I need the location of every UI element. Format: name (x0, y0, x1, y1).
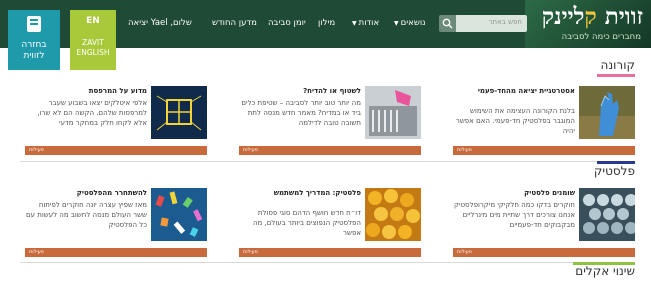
article-image (151, 86, 207, 139)
article-tag-bar: פעילות (453, 146, 635, 155)
article-card[interactable]: לשטוף או להדיח? מה יותר טוב יותר לסביבה … (239, 86, 421, 156)
english-site-button[interactable]: EN ZAVIT ENGLISH (70, 10, 116, 70)
article-tag-bar: פעילות (25, 146, 207, 155)
back-to-zavit-button[interactable]: בחזרה לזווית (8, 10, 60, 70)
article-title[interactable]: פלסטיק: המדריך למשתמש (239, 188, 361, 198)
section-title-corona[interactable]: קורונה (601, 58, 635, 72)
logo-subtitle: מחברים כימה לסביבה (561, 32, 641, 42)
article-tag-bar: פעילות (25, 248, 207, 257)
section-title-climate[interactable]: שינוי אקלים (575, 264, 635, 278)
article-tag-bar: פעילות (239, 146, 421, 155)
article-image (365, 86, 421, 139)
article-title[interactable]: אסטרטגיית יציאה מהחד-פעמי (453, 86, 575, 96)
article-image (151, 188, 207, 241)
article-image (579, 188, 635, 241)
article-excerpt: דו״ח חדש חושף הדהם סוגי פסולת הפלסטיק הנ… (252, 209, 361, 237)
user-greeting[interactable]: שלום, Yael יציאה (128, 18, 192, 28)
article-card[interactable]: פלסטיק: המדריך למשתמש דו״ח חדש חושף הדהם… (239, 188, 421, 258)
back-to-zavit-label: בחזרה לזווית (21, 40, 47, 61)
search-icon (442, 18, 453, 29)
site-logo[interactable]: זווית קליינק מחברים כימה לסביבה (525, 0, 651, 48)
article-excerpt: חוקרים בדקו כמה חלקיקי מיקרופלסטיק אנחנו… (453, 201, 575, 229)
article-card[interactable]: להשתחרר מהפלסטיק מאז שפיץ עצרה יונה חוקר… (25, 188, 207, 258)
article-excerpt: בלנת הקורונה העצימה את השימוש המוגבר בפל… (455, 107, 575, 135)
article-excerpt: מאז שפיץ עצרה יונה חוקרים לפיתוח ששר העו… (25, 201, 147, 229)
section-underline (597, 74, 635, 77)
article-excerpt: מה יותר טוב יותר לסביבה – שטיפת כלים ביד… (241, 99, 361, 127)
search-button[interactable] (439, 15, 456, 32)
nav-about[interactable]: אודות▼ (352, 18, 379, 28)
nav-monthly-scientist[interactable]: מדען החודש (212, 18, 257, 28)
nav-topics[interactable]: נושאים▼ (394, 18, 426, 28)
article-tag-bar: פעילות (453, 248, 635, 257)
article-title[interactable]: להשתחרר מהפלסטיק (25, 188, 147, 198)
chevron-down-icon: ▼ (394, 20, 399, 27)
article-title[interactable]: שומנים פלסטיק (453, 188, 575, 198)
chevron-down-icon: ▼ (352, 20, 357, 27)
article-excerpt: אלפי איטלקים יצאו בשבוע שעבר למרפסות שלה… (37, 99, 147, 127)
section-divider (20, 161, 632, 162)
book-icon (27, 16, 41, 32)
search-input[interactable]: חפש באתר (455, 15, 527, 32)
article-tag-bar: פעילות (239, 248, 421, 257)
section-title-plastic[interactable]: פלסטיק (594, 164, 635, 178)
article-card[interactable]: אסטרטגיית יציאה מהחד-פעמי בלנת הקורונה ה… (453, 86, 635, 156)
article-title[interactable]: לשטוף או להדיח? (239, 86, 361, 96)
article-title[interactable]: מדוע על המרפסת (25, 86, 147, 96)
section-divider (20, 262, 632, 263)
article-card[interactable]: מדוע על המרפסת אלפי איטלקים יצאו בשבוע ש… (25, 86, 207, 156)
article-image (579, 86, 635, 139)
nav-diary[interactable]: יומן סביבה (268, 18, 306, 28)
article-card[interactable]: שומנים פלסטיק חוקרים בדקו כמה חלקיקי מיק… (453, 188, 635, 258)
logo-wordmark: זווית קליינק (541, 3, 643, 30)
nav-glossary[interactable]: מילון (318, 18, 335, 28)
article-image (365, 188, 421, 241)
